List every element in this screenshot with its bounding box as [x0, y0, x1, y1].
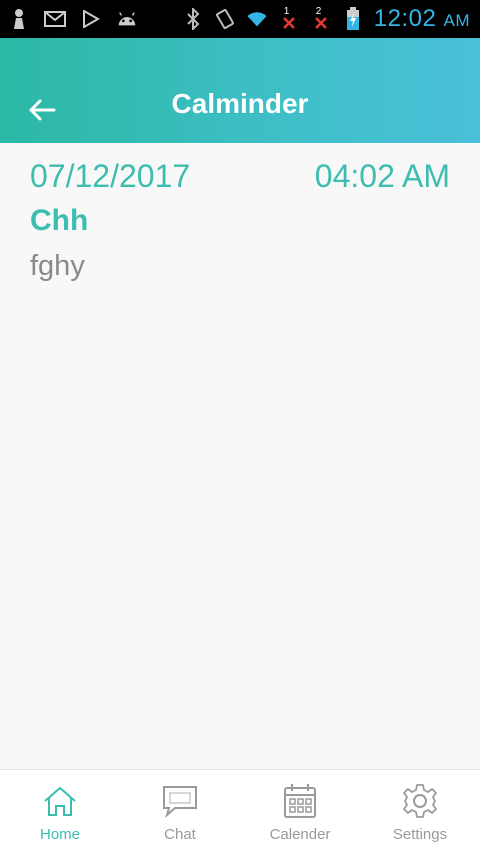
- nav-home[interactable]: Home: [0, 770, 120, 855]
- wifi-icon: [246, 8, 268, 30]
- calendar-icon: [280, 782, 320, 820]
- person-icon: [8, 8, 30, 30]
- play-store-icon: [80, 8, 102, 30]
- mail-icon: [44, 8, 66, 30]
- entry-body: fghy: [30, 250, 85, 282]
- status-bar: 1 2 12:02 AM: [0, 0, 480, 38]
- app-title: Calminder: [171, 88, 309, 119]
- nav-settings-label: Settings: [392, 826, 448, 843]
- nav-settings[interactable]: Settings: [360, 770, 480, 855]
- nav-home-label: Home: [39, 826, 80, 843]
- battery-charging-icon: [342, 7, 364, 30]
- status-bar-system: 1 2 12:02 AM: [182, 0, 470, 38]
- entry-date: 07/12/2017: [30, 158, 191, 194]
- status-clock: 12:02 AM: [374, 5, 470, 33]
- vibrate-icon: [214, 8, 236, 30]
- nav-chat[interactable]: Chat: [120, 770, 240, 855]
- sim1-label: 1: [283, 6, 290, 17]
- nav-calendar-label: Calender: [269, 826, 331, 843]
- nav-calendar[interactable]: Calender: [240, 770, 360, 855]
- entry-title: Chh: [30, 204, 89, 237]
- app-bar: Calminder: [0, 38, 480, 143]
- android-icon: [116, 8, 138, 30]
- gear-icon: [400, 782, 440, 820]
- bottom-navigation: Home Chat Calender Settings: [0, 769, 480, 855]
- status-bar-notifications: [8, 0, 138, 38]
- home-icon: [40, 782, 80, 820]
- nav-chat-label: Chat: [164, 826, 196, 843]
- entry-time: 04:02 AM: [314, 158, 450, 194]
- sim2-no-signal-icon: 2: [310, 6, 332, 30]
- bluetooth-icon: [182, 8, 204, 30]
- chat-icon: [160, 782, 200, 820]
- sim1-no-signal-icon: 1: [278, 6, 300, 30]
- clock-ampm: AM: [443, 11, 470, 30]
- clock-time: 12:02: [373, 5, 437, 32]
- sim2-label: 2: [315, 6, 322, 17]
